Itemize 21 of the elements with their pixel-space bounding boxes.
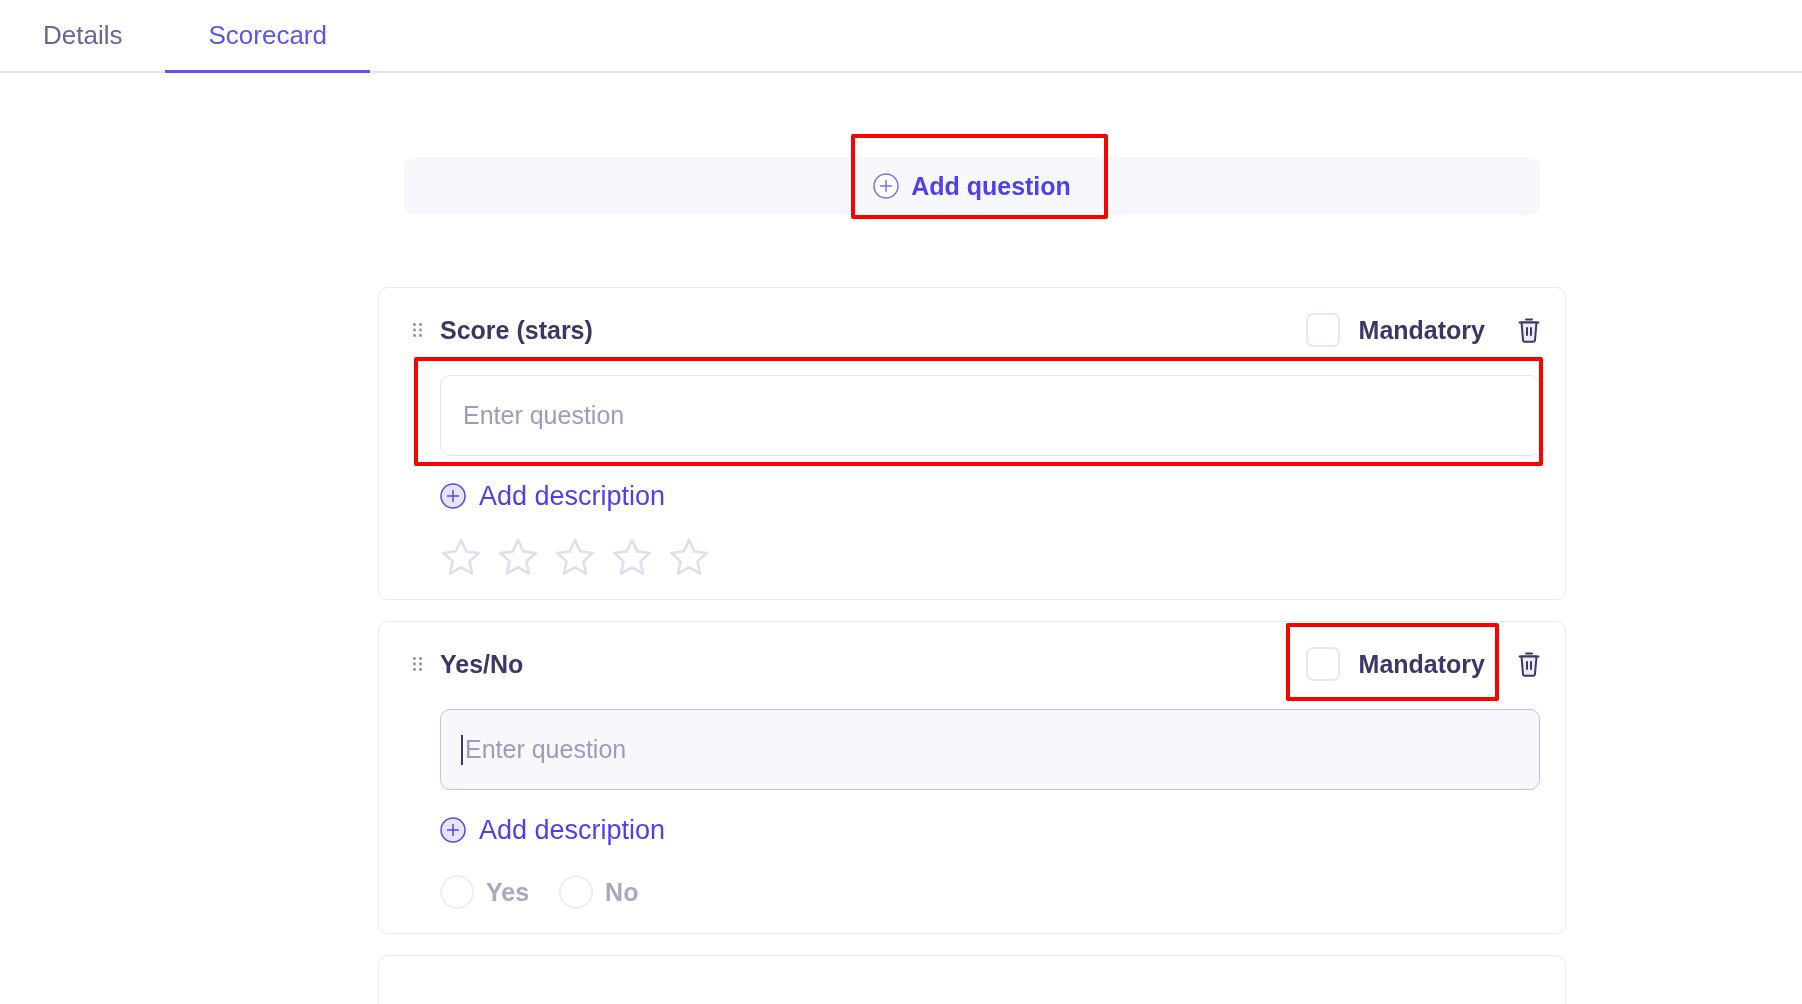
question-title: Yes/No	[440, 649, 524, 679]
add-description-button[interactable]: Add description	[440, 481, 666, 511]
plus-circle-icon	[873, 173, 900, 199]
question-input[interactable]: Enter question	[440, 375, 1540, 456]
question-title: Score (stars)	[440, 315, 593, 345]
mandatory-label: Mandatory	[1358, 649, 1485, 679]
tab[interactable]: Details	[0, 0, 166, 73]
trash-icon[interactable]	[1518, 651, 1540, 677]
plus-circle-icon	[440, 483, 466, 509]
question-input[interactable]: Enter question	[440, 709, 1540, 790]
trash-icon[interactable]	[1518, 317, 1540, 343]
add-question-button[interactable]: Add question	[873, 171, 1071, 201]
text-cursor-icon	[461, 735, 463, 765]
drag-handle-icon[interactable]	[413, 656, 422, 672]
add-description-button[interactable]: Add description	[440, 815, 666, 845]
tab[interactable]: Scorecard	[165, 0, 370, 73]
option-label: Yes	[486, 877, 530, 907]
mandatory-label: Mandatory	[1358, 315, 1485, 345]
option-label: No	[605, 877, 639, 907]
plus-circle-icon	[440, 817, 466, 843]
drag-handle-icon[interactable]	[413, 322, 422, 338]
